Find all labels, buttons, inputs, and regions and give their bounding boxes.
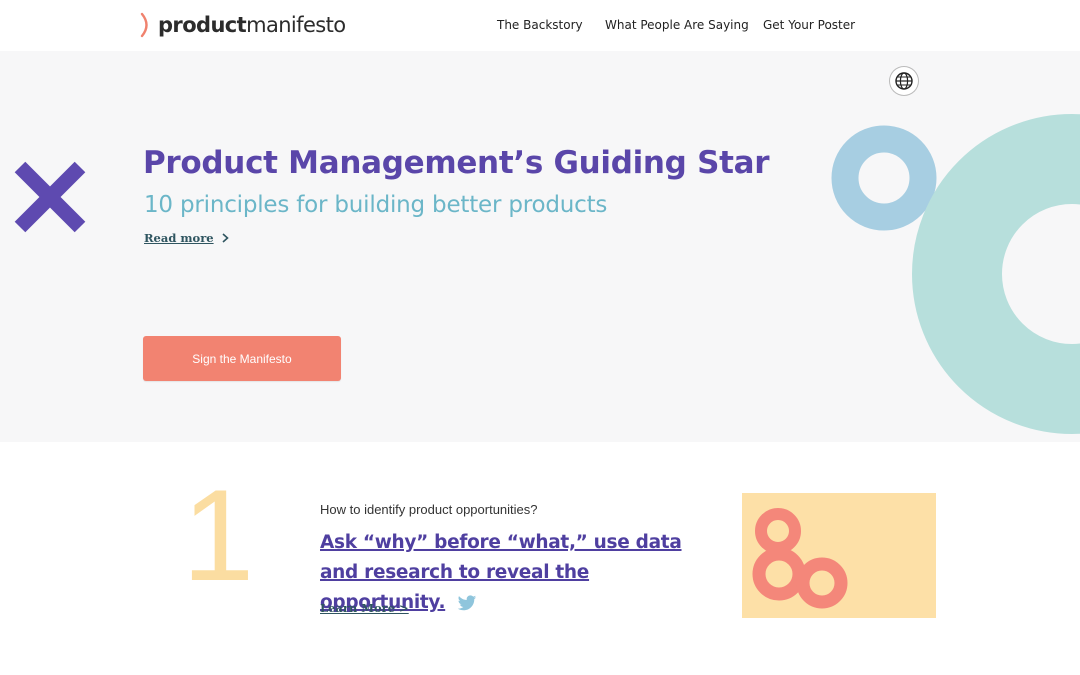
- principle-number: 1: [182, 462, 255, 608]
- principle-question: How to identify product opportunities?: [320, 502, 538, 517]
- site-header: productmanifesto The Backstory What Peop…: [0, 0, 1080, 51]
- hero-title: Product Management’s Guiding Star: [143, 145, 770, 181]
- language-globe-button[interactable]: [890, 67, 918, 95]
- circle-illustration-icon: [752, 508, 848, 609]
- logo-arc-icon: [140, 12, 148, 38]
- blue-ring-icon: [831, 125, 937, 231]
- decorative-rings: [831, 114, 1080, 434]
- hero-section: Product Management’s Guiding Star 10 pri…: [0, 51, 1080, 442]
- principle-illustration: [742, 493, 936, 618]
- read-more-link[interactable]: Read more: [144, 231, 229, 245]
- site-logo[interactable]: productmanifesto: [140, 10, 346, 40]
- hero-subtitle: 10 principles for building better produc…: [144, 192, 608, 218]
- mint-ring-icon: [912, 114, 1080, 434]
- chevron-right-icon: [222, 233, 229, 243]
- twitter-icon[interactable]: [457, 594, 477, 612]
- sign-manifesto-button[interactable]: Sign the Manifesto: [143, 336, 341, 381]
- learn-more-link[interactable]: Learn More >: [320, 601, 409, 615]
- nav-poster[interactable]: Get Your Poster: [763, 18, 855, 32]
- x-shape-icon: [14, 161, 86, 233]
- logo-text: productmanifesto: [158, 13, 346, 37]
- nav-backstory[interactable]: The Backstory: [497, 18, 583, 32]
- globe-icon: [895, 72, 913, 90]
- nav-testimonials[interactable]: What People Are Saying: [605, 18, 749, 32]
- read-more-label: Read more: [144, 231, 214, 245]
